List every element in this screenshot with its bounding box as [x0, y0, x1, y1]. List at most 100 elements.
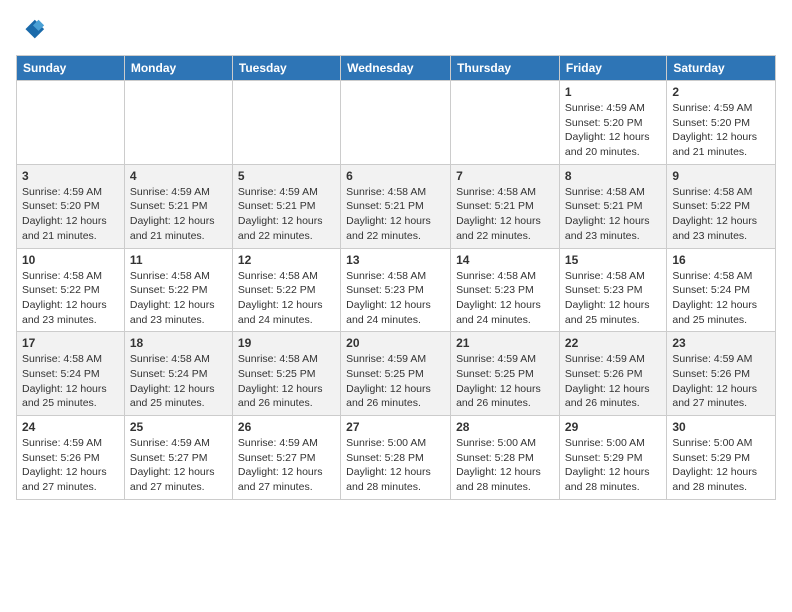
- day-detail: Sunrise: 4:58 AM Sunset: 5:24 PM Dayligh…: [22, 352, 119, 411]
- day-number: 16: [672, 253, 770, 267]
- calendar-cell: 30 Sunrise: 5:00 AM Sunset: 5:29 PM Dayli…: [667, 416, 776, 500]
- calendar-cell: 14 Sunrise: 4:58 AM Sunset: 5:23 PM Dayli…: [451, 248, 560, 332]
- day-detail: Sunrise: 4:58 AM Sunset: 5:21 PM Dayligh…: [456, 185, 554, 244]
- calendar-week-5: 24 Sunrise: 4:59 AM Sunset: 5:26 PM Dayli…: [17, 416, 776, 500]
- day-number: 22: [565, 336, 661, 350]
- day-number: 2: [672, 85, 770, 99]
- day-detail: Sunrise: 4:59 AM Sunset: 5:26 PM Dayligh…: [22, 436, 119, 495]
- day-number: 27: [346, 420, 445, 434]
- day-number: 20: [346, 336, 445, 350]
- day-detail: Sunrise: 4:58 AM Sunset: 5:23 PM Dayligh…: [456, 269, 554, 328]
- calendar-cell: 4 Sunrise: 4:59 AM Sunset: 5:21 PM Daylig…: [124, 164, 232, 248]
- calendar-cell: 13 Sunrise: 4:58 AM Sunset: 5:23 PM Dayli…: [341, 248, 451, 332]
- day-detail: Sunrise: 4:59 AM Sunset: 5:21 PM Dayligh…: [238, 185, 335, 244]
- day-number: 21: [456, 336, 554, 350]
- day-number: 4: [130, 169, 227, 183]
- logo-icon: [18, 16, 46, 44]
- day-detail: Sunrise: 4:58 AM Sunset: 5:24 PM Dayligh…: [672, 269, 770, 328]
- day-number: 19: [238, 336, 335, 350]
- calendar-cell: [124, 81, 232, 165]
- calendar-cell: 25 Sunrise: 4:59 AM Sunset: 5:27 PM Dayli…: [124, 416, 232, 500]
- day-number: 3: [22, 169, 119, 183]
- day-detail: Sunrise: 4:59 AM Sunset: 5:26 PM Dayligh…: [672, 352, 770, 411]
- day-number: 12: [238, 253, 335, 267]
- day-number: 11: [130, 253, 227, 267]
- calendar-week-1: 1 Sunrise: 4:59 AM Sunset: 5:20 PM Daylig…: [17, 81, 776, 165]
- calendar-cell: [232, 81, 340, 165]
- calendar-cell: 10 Sunrise: 4:58 AM Sunset: 5:22 PM Dayli…: [17, 248, 125, 332]
- calendar-week-4: 17 Sunrise: 4:58 AM Sunset: 5:24 PM Dayli…: [17, 332, 776, 416]
- calendar-cell: 5 Sunrise: 4:59 AM Sunset: 5:21 PM Daylig…: [232, 164, 340, 248]
- logo: [16, 16, 46, 49]
- calendar-cell: 18 Sunrise: 4:58 AM Sunset: 5:24 PM Dayli…: [124, 332, 232, 416]
- day-detail: Sunrise: 4:59 AM Sunset: 5:20 PM Dayligh…: [22, 185, 119, 244]
- calendar-cell: 1Sunrise: 4:59 AM Sunset: 5:20 PM Daylig…: [559, 81, 666, 165]
- calendar-cell: 11 Sunrise: 4:58 AM Sunset: 5:22 PM Dayli…: [124, 248, 232, 332]
- day-detail: Sunrise: 4:59 AM Sunset: 5:25 PM Dayligh…: [346, 352, 445, 411]
- day-detail: Sunrise: 4:58 AM Sunset: 5:22 PM Dayligh…: [672, 185, 770, 244]
- calendar-cell: 6Sunrise: 4:58 AM Sunset: 5:21 PM Daylig…: [341, 164, 451, 248]
- day-detail: Sunrise: 4:58 AM Sunset: 5:22 PM Dayligh…: [22, 269, 119, 328]
- header-thursday: Thursday: [451, 56, 560, 81]
- day-detail: Sunrise: 4:58 AM Sunset: 5:21 PM Dayligh…: [565, 185, 661, 244]
- calendar-cell: 8 Sunrise: 4:58 AM Sunset: 5:21 PM Daylig…: [559, 164, 666, 248]
- header-friday: Friday: [559, 56, 666, 81]
- calendar-week-2: 3 Sunrise: 4:59 AM Sunset: 5:20 PM Daylig…: [17, 164, 776, 248]
- calendar-cell: 7 Sunrise: 4:58 AM Sunset: 5:21 PM Daylig…: [451, 164, 560, 248]
- day-number: 8: [565, 169, 661, 183]
- header-wednesday: Wednesday: [341, 56, 451, 81]
- day-detail: Sunrise: 4:59 AM Sunset: 5:21 PM Dayligh…: [130, 185, 227, 244]
- calendar-cell: [341, 81, 451, 165]
- calendar-cell: 24 Sunrise: 4:59 AM Sunset: 5:26 PM Dayli…: [17, 416, 125, 500]
- calendar-cell: 2 Sunrise: 4:59 AM Sunset: 5:20 PM Daylig…: [667, 81, 776, 165]
- day-number: 25: [130, 420, 227, 434]
- day-detail: Sunrise: 5:00 AM Sunset: 5:28 PM Dayligh…: [346, 436, 445, 495]
- day-number: 30: [672, 420, 770, 434]
- day-detail: Sunrise: 4:59 AM Sunset: 5:20 PM Dayligh…: [672, 101, 770, 160]
- day-detail: Sunrise: 4:58 AM Sunset: 5:24 PM Dayligh…: [130, 352, 227, 411]
- calendar-cell: 16 Sunrise: 4:58 AM Sunset: 5:24 PM Dayli…: [667, 248, 776, 332]
- day-detail: Sunrise: 4:58 AM Sunset: 5:22 PM Dayligh…: [238, 269, 335, 328]
- calendar-cell: 29 Sunrise: 5:00 AM Sunset: 5:29 PM Dayli…: [559, 416, 666, 500]
- day-detail: Sunrise: 4:58 AM Sunset: 5:25 PM Dayligh…: [238, 352, 335, 411]
- day-number: 17: [22, 336, 119, 350]
- day-number: 7: [456, 169, 554, 183]
- day-detail: Sunrise: 4:59 AM Sunset: 5:27 PM Dayligh…: [130, 436, 227, 495]
- day-number: 28: [456, 420, 554, 434]
- calendar-week-3: 10 Sunrise: 4:58 AM Sunset: 5:22 PM Dayli…: [17, 248, 776, 332]
- day-number: 29: [565, 420, 661, 434]
- day-number: 18: [130, 336, 227, 350]
- day-number: 26: [238, 420, 335, 434]
- day-number: 1: [565, 85, 661, 99]
- calendar-cell: 20 Sunrise: 4:59 AM Sunset: 5:25 PM Dayli…: [341, 332, 451, 416]
- day-detail: Sunrise: 5:00 AM Sunset: 5:29 PM Dayligh…: [672, 436, 770, 495]
- day-detail: Sunrise: 5:00 AM Sunset: 5:29 PM Dayligh…: [565, 436, 661, 495]
- day-detail: Sunrise: 4:58 AM Sunset: 5:22 PM Dayligh…: [130, 269, 227, 328]
- calendar-cell: 28Sunrise: 5:00 AM Sunset: 5:28 PM Dayli…: [451, 416, 560, 500]
- calendar-cell: 15 Sunrise: 4:58 AM Sunset: 5:23 PM Dayli…: [559, 248, 666, 332]
- calendar-cell: 3 Sunrise: 4:59 AM Sunset: 5:20 PM Daylig…: [17, 164, 125, 248]
- calendar-cell: 21 Sunrise: 4:59 AM Sunset: 5:25 PM Dayli…: [451, 332, 560, 416]
- calendar-cell: 9 Sunrise: 4:58 AM Sunset: 5:22 PM Daylig…: [667, 164, 776, 248]
- day-detail: Sunrise: 4:59 AM Sunset: 5:27 PM Dayligh…: [238, 436, 335, 495]
- calendar-cell: 17 Sunrise: 4:58 AM Sunset: 5:24 PM Dayli…: [17, 332, 125, 416]
- header-tuesday: Tuesday: [232, 56, 340, 81]
- day-number: 13: [346, 253, 445, 267]
- calendar-cell: [451, 81, 560, 165]
- day-number: 23: [672, 336, 770, 350]
- calendar-cell: 12 Sunrise: 4:58 AM Sunset: 5:22 PM Dayli…: [232, 248, 340, 332]
- day-number: 24: [22, 420, 119, 434]
- header-saturday: Saturday: [667, 56, 776, 81]
- day-number: 5: [238, 169, 335, 183]
- day-number: 9: [672, 169, 770, 183]
- day-number: 14: [456, 253, 554, 267]
- calendar-cell: 26 Sunrise: 4:59 AM Sunset: 5:27 PM Dayli…: [232, 416, 340, 500]
- day-detail: Sunrise: 4:59 AM Sunset: 5:25 PM Dayligh…: [456, 352, 554, 411]
- day-detail: Sunrise: 4:58 AM Sunset: 5:23 PM Dayligh…: [565, 269, 661, 328]
- day-detail: Sunrise: 4:59 AM Sunset: 5:26 PM Dayligh…: [565, 352, 661, 411]
- day-detail: Sunrise: 4:58 AM Sunset: 5:23 PM Dayligh…: [346, 269, 445, 328]
- day-number: 15: [565, 253, 661, 267]
- day-number: 10: [22, 253, 119, 267]
- calendar-table: SundayMondayTuesdayWednesdayThursdayFrid…: [16, 55, 776, 500]
- day-number: 6: [346, 169, 445, 183]
